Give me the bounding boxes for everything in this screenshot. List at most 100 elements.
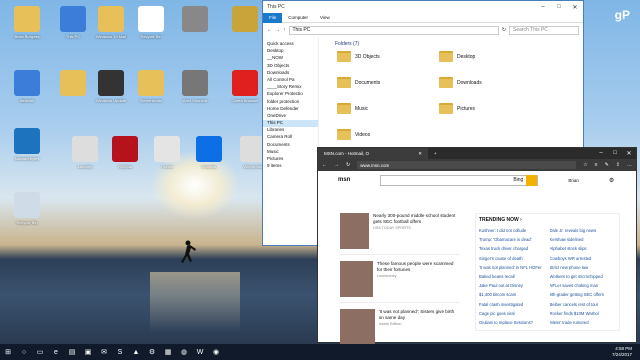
nav-item[interactable]: folder protection — [263, 99, 318, 106]
edge-icon[interactable]: e — [48, 344, 64, 360]
desktop-icon[interactable]: Dropbox — [186, 136, 232, 169]
nav-item[interactable]: This PC — [263, 120, 318, 128]
desktop-icon[interactable]: Network — [4, 70, 50, 103]
back-icon[interactable]: ← — [267, 27, 272, 33]
news-title[interactable]: Nearly 300-pound middle school student g… — [373, 213, 460, 225]
news-card[interactable]: These famous people were scammed for the… — [340, 261, 460, 303]
up-icon[interactable]: ↑ — [283, 27, 286, 33]
msn-search-input[interactable]: Bing — [380, 174, 539, 186]
task-view-icon[interactable]: ▭ — [32, 344, 48, 360]
trending-link[interactable]: NFLer saves choking man — [550, 281, 617, 290]
trending-link[interactable]: Cowboys WR arrested — [550, 254, 617, 263]
refresh-icon[interactable]: ↻ — [346, 162, 350, 168]
nav-item[interactable]: All Control Pa — [263, 77, 318, 84]
trending-link[interactable]: Rocker finds $10M Warhol — [550, 309, 617, 318]
nav-item[interactable]: 9 items — [263, 163, 318, 170]
trending-link[interactable]: Beiber cancels rest of tour — [550, 300, 617, 309]
more-icon[interactable]: … — [627, 162, 632, 168]
trending-link[interactable]: 'It was not planned' in NFL HOFer — [479, 263, 546, 272]
trending-link[interactable]: Trump: 'Obamacare is dead' — [479, 235, 546, 244]
new-tab-icon[interactable]: + — [428, 151, 443, 156]
refresh-icon[interactable]: ↻ — [502, 27, 506, 33]
address-bar[interactable]: This PC — [288, 25, 499, 35]
tab-computer[interactable]: Computer — [282, 15, 314, 20]
section-header[interactable]: Folders (7) — [319, 37, 583, 47]
news-title[interactable]: 'It was not planned': Sisters give birth… — [379, 309, 460, 321]
system-clock[interactable]: 4:58 PM 7/24/2017 — [612, 346, 640, 358]
explorer-titlebar[interactable]: This PC – □ ✕ — [263, 1, 583, 13]
nav-item[interactable]: Quick access — [263, 41, 318, 48]
maximize-icon[interactable]: □ — [551, 4, 567, 11]
nav-item[interactable]: Home Defender — [263, 106, 318, 113]
hub-icon[interactable]: ≡ — [595, 162, 598, 168]
trending-link[interactable]: Alphabet stock slips — [550, 244, 617, 253]
desktop-icon[interactable]: Malwarebytes — [4, 128, 50, 161]
nav-item[interactable]: ____Story Remix — [263, 84, 318, 91]
edge-tab[interactable]: MSN.com - Hotmail, O ✕ — [318, 148, 428, 159]
nav-item[interactable]: Music — [263, 149, 318, 156]
nav-item[interactable]: Libraries — [263, 127, 318, 134]
desktop-icon[interactable]: Recycle Bin — [4, 192, 50, 225]
skype-icon[interactable]: S — [112, 344, 128, 360]
trending-link[interactable]: 'Mess' trade rumored — [550, 318, 617, 327]
edge-browser-window[interactable]: MSN.com - Hotmail, O ✕ + – □ ✕ ← → ↻ www… — [317, 147, 637, 351]
maximize-icon[interactable]: □ — [608, 150, 622, 157]
search-input[interactable]: Search This PC — [509, 25, 579, 35]
trending-link[interactable]: Giuliani to replace Sessions? — [479, 318, 546, 327]
trending-link[interactable]: $1,400 bitcoin scam — [479, 290, 546, 299]
trending-link[interactable]: Workers to get microchipped — [550, 272, 617, 281]
start-icon[interactable]: ⊞ — [0, 344, 16, 360]
explorer-icon[interactable]: ▤ — [64, 344, 80, 360]
close-icon[interactable]: ✕ — [622, 150, 636, 157]
msn-logo[interactable]: msn — [338, 177, 350, 183]
minimize-icon[interactable]: – — [594, 150, 608, 157]
cortana-icon[interactable]: ○ — [16, 344, 32, 360]
desktop-icon[interactable]: FileZilla — [102, 136, 148, 169]
trending-link[interactable]: Kershaw sidelined — [550, 235, 617, 244]
settings-gear-icon[interactable]: ⚙ — [609, 177, 614, 184]
folder-item[interactable]: Documents — [337, 77, 447, 88]
nav-item[interactable]: OneDrive — [263, 113, 318, 120]
url-bar[interactable]: www.msn.com — [357, 161, 577, 169]
nav-item[interactable]: Pictures — [263, 156, 318, 163]
news-title[interactable]: These famous people were scammed for the… — [377, 261, 460, 273]
favorite-star-icon[interactable]: ☆ — [583, 162, 587, 168]
mail-icon[interactable]: ✉ — [96, 344, 112, 360]
settings-icon[interactable]: ⚙ — [144, 344, 160, 360]
trending-link[interactable]: Strict new phone law — [550, 263, 617, 272]
desktop-icon[interactable]: Brian Burgess — [4, 6, 50, 39]
trending-link[interactable]: Jake Paul out at Disney — [479, 281, 546, 290]
trending-link[interactable]: Singer's cause of death — [479, 254, 546, 263]
nav-item[interactable]: Camera Roll — [263, 134, 318, 141]
forward-icon[interactable]: → — [334, 162, 339, 168]
news-card[interactable]: Nearly 300-pound middle school student g… — [340, 213, 460, 255]
nav-item[interactable]: Downloads — [263, 70, 318, 77]
desktop-icon[interactable]: Recycle Bin — [128, 6, 174, 39]
close-icon[interactable]: ✕ — [567, 4, 583, 11]
folder-item[interactable]: Videos — [337, 129, 447, 140]
word-icon[interactable]: W — [192, 344, 208, 360]
trending-link[interactable]: 9th-grader getting SEC offers — [550, 290, 617, 299]
back-icon[interactable]: ← — [322, 162, 327, 168]
nav-item[interactable]: Documents — [263, 142, 318, 149]
trending-link[interactable]: Cage pic goes viral — [479, 309, 546, 318]
minimize-icon[interactable]: – — [535, 4, 551, 11]
folder-item[interactable]: Music — [337, 103, 447, 114]
desktop-icon[interactable]: Acer Shortcut — [172, 70, 218, 103]
desktop-icon[interactable]: iTunes — [144, 136, 190, 169]
chrome-icon[interactable]: ◉ — [208, 344, 224, 360]
nav-item[interactable]: Desktop — [263, 48, 318, 55]
share-icon[interactable]: ⇪ — [616, 162, 620, 168]
folder-item[interactable]: 3D Objects — [337, 51, 447, 62]
desktop-icon[interactable] — [172, 6, 218, 34]
trending-title[interactable]: TRENDING NOW › — [479, 217, 616, 223]
folder-item[interactable]: Desktop — [439, 51, 549, 62]
trending-link[interactable]: Kushner: I did not collude — [479, 226, 546, 235]
store-icon[interactable]: ▣ — [80, 344, 96, 360]
folder-item[interactable]: Pictures — [439, 103, 549, 114]
forward-icon[interactable]: → — [275, 27, 280, 33]
nav-item[interactable]: Explorer Protectio — [263, 91, 318, 98]
nav-item[interactable]: __NOW — [263, 55, 318, 62]
tab-view[interactable]: View — [314, 15, 336, 20]
trending-link[interactable]: Texas truck driver charged — [479, 244, 546, 253]
